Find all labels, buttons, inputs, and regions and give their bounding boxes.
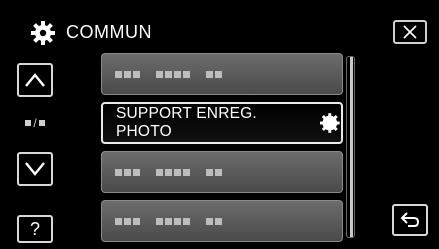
redacted-text-icon xyxy=(115,168,222,176)
scroll-up-button[interactable] xyxy=(17,63,53,97)
chevron-up-icon xyxy=(25,73,45,87)
redacted-text-icon xyxy=(115,70,222,78)
back-button[interactable] xyxy=(392,204,428,236)
chevron-down-icon xyxy=(25,162,45,176)
return-arrow-icon xyxy=(400,212,420,227)
page-title: COMMUN xyxy=(66,22,152,42)
scroll-thumb[interactable] xyxy=(350,57,353,237)
close-button[interactable] xyxy=(393,20,427,44)
menu-item-4[interactable] xyxy=(101,200,343,242)
scrollbar[interactable] xyxy=(346,56,355,238)
help-label: ? xyxy=(29,218,40,239)
menu-item-1[interactable] xyxy=(101,53,343,95)
gear-icon xyxy=(320,113,341,133)
menu-item-label: SUPPORT ENREG. PHOTO xyxy=(116,105,257,140)
gear-icon xyxy=(31,21,55,45)
close-icon xyxy=(403,25,417,39)
menu-item-3[interactable] xyxy=(101,151,343,193)
scroll-down-button[interactable] xyxy=(17,152,53,186)
help-button[interactable]: ? xyxy=(17,215,53,243)
menu-item-support-enreg-photo[interactable]: SUPPORT ENREG. PHOTO xyxy=(101,102,343,144)
redacted-text-icon xyxy=(115,217,222,225)
page-indicator-icon: / xyxy=(20,117,50,129)
